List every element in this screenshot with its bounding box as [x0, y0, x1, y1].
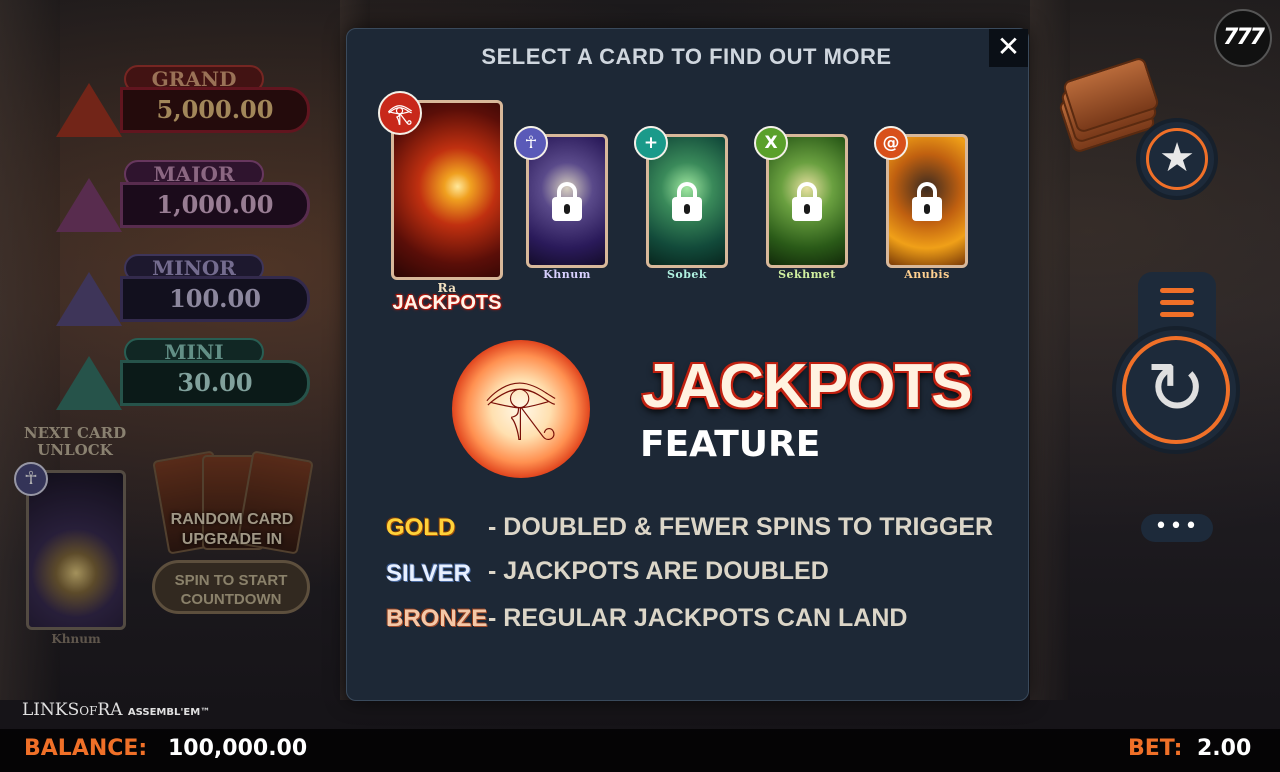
tier-label-gold: GOLD	[386, 514, 456, 541]
plus-icon: +	[634, 126, 668, 160]
next-card-image	[26, 470, 126, 630]
feature-title: JACKPOTS	[642, 352, 973, 421]
lock-icon	[792, 182, 822, 221]
lock-icon	[672, 182, 702, 221]
star-icon: ★	[1146, 128, 1208, 190]
close-button[interactable]: ✕	[989, 29, 1028, 67]
spin-icon: ↻	[1122, 336, 1230, 444]
777-badge[interactable]: 777	[1214, 9, 1272, 67]
ankh-icon: ☥	[14, 462, 48, 496]
spin-to-start-button[interactable]: SPIN TO START COUNTDOWN	[152, 560, 310, 614]
game-logo: LINKSOFRA ASSEMBL'EM™	[22, 700, 211, 720]
card-name-khnum: Khnum	[543, 268, 591, 281]
spin-button[interactable]: ↻	[1112, 326, 1240, 454]
lock-icon	[552, 182, 582, 221]
card-name-anubis: Anubis	[904, 268, 950, 281]
bet-label: BET:	[1128, 736, 1183, 761]
card-ra-subtitle: JACKPOTS	[392, 292, 502, 314]
balance-label: BALANCE:	[24, 736, 148, 761]
jackpot-value: 5,000.00	[120, 87, 310, 133]
tier-label-bronze: BRONZE	[386, 605, 488, 632]
hamburger-icon	[1160, 288, 1194, 293]
jackpot-value: 100.00	[120, 276, 310, 322]
feature-subtitle: FEATURE	[640, 424, 821, 465]
jackpot-minor: MINOR 100.00	[56, 254, 311, 334]
swirl-icon: @	[874, 126, 908, 160]
eye-of-horus-icon: 𓂀	[452, 340, 590, 478]
tier-desc-bronze: - REGULAR JACKPOTS CAN LAND	[488, 604, 908, 632]
next-card-name: Khnum	[51, 632, 101, 646]
lock-icon	[912, 182, 942, 221]
next-card-heading: NEXT CARD UNLOCK	[23, 424, 127, 459]
triangle-icon	[56, 83, 122, 137]
eye-of-ra-icon: 𓂀	[378, 91, 422, 135]
bet-value[interactable]: 2.00	[1197, 736, 1251, 761]
jackpot-value: 1,000.00	[120, 182, 310, 228]
favorite-button[interactable]: ★	[1136, 118, 1218, 200]
jackpot-mini: MINI 30.00	[56, 338, 311, 418]
random-upgrade-text: RANDOM CARD UPGRADE IN	[170, 511, 294, 548]
modal-title: SELECT A CARD TO FIND OUT MORE	[481, 44, 892, 69]
triangle-icon	[56, 178, 122, 232]
triangle-icon	[56, 272, 122, 326]
more-options-button[interactable]: •••	[1141, 514, 1213, 542]
triangle-icon	[56, 356, 122, 410]
jackpot-major: MAJOR 1,000.00	[56, 160, 311, 240]
tier-label-silver: SILVER	[386, 560, 471, 587]
tier-desc-silver: - JACKPOTS ARE DOUBLED	[488, 557, 829, 585]
balance-value: 100,000.00	[168, 736, 308, 761]
card-name-sekhmet: Sekhmet	[778, 268, 836, 281]
ankh-icon: ☥	[514, 126, 548, 160]
jackpot-value: 30.00	[120, 360, 310, 406]
tier-desc-gold: - DOUBLED & FEWER SPINS TO TRIGGER	[488, 513, 994, 541]
jackpot-grand: GRAND 5,000.00	[56, 65, 311, 145]
card-name-sobek: Sobek	[666, 268, 708, 281]
x-icon: X	[754, 126, 788, 160]
